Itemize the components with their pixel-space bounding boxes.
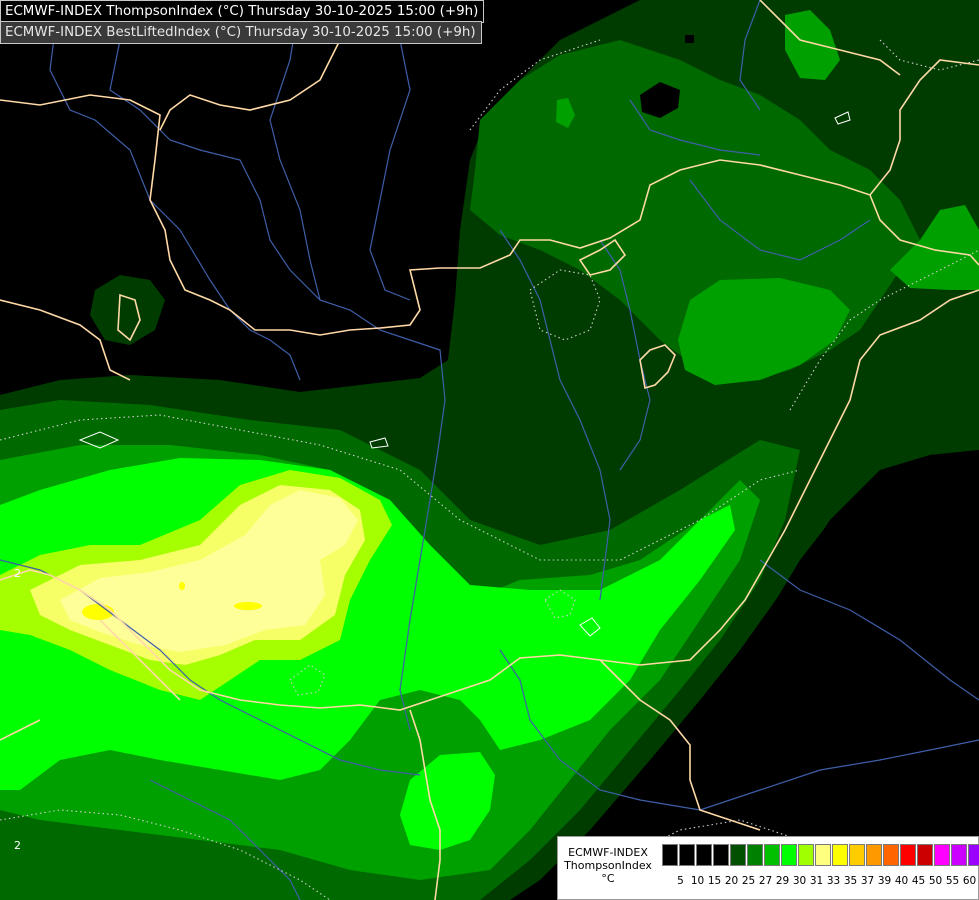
- legend-swatch: [713, 844, 729, 866]
- legend-swatch: [815, 844, 831, 866]
- legend-swatch: [679, 844, 695, 866]
- contour-label: 2: [14, 567, 21, 580]
- legend-title: ECMWF-INDEX ThompsonIndex °C: [562, 846, 654, 885]
- zone-35-speck-3: [179, 582, 185, 590]
- legend-tick-label: 29: [775, 875, 790, 887]
- low-index-speck: [685, 35, 694, 43]
- legend-swatch: [900, 844, 916, 866]
- legend-tick-label: 33: [826, 875, 841, 887]
- contour-label: 2: [14, 839, 21, 852]
- legend-ticks: 5 10 15 20 25 27 29 30 31 33 35 37 39 40 45 50 55 60: [672, 875, 978, 889]
- legend-tick-label: 25: [741, 875, 756, 887]
- legend-tick-label: 39: [877, 875, 892, 887]
- legend-swatches: [662, 844, 979, 866]
- legend-swatch: [747, 844, 763, 866]
- color-legend: ECMWF-INDEX ThompsonIndex °C 5 10 15 20 25 27…: [557, 836, 979, 900]
- legend-title-unit: °C: [601, 872, 615, 885]
- legend-tick-label: 5: [677, 875, 684, 887]
- legend-tick-label: 30: [792, 875, 807, 887]
- legend-tick-label: 45: [911, 875, 926, 887]
- legend-tick-label: 60: [962, 875, 977, 887]
- legend-tick-label: 15: [707, 875, 722, 887]
- map-title-best-lifted-index: ECMWF-INDEX BestLiftedIndex (°C) Thursda…: [0, 21, 482, 44]
- legend-tick-label: 27: [758, 875, 773, 887]
- legend-swatch: [951, 844, 967, 866]
- legend-tick-label: 55: [945, 875, 960, 887]
- legend-swatch: [764, 844, 780, 866]
- map-viewport: 2 2 ECMWF-INDEX ThompsonIndex (°C) Thurs…: [0, 0, 979, 900]
- legend-tick-label: 35: [843, 875, 858, 887]
- legend-tick-label: 10: [690, 875, 705, 887]
- legend-swatch: [696, 844, 712, 866]
- legend-swatch: [917, 844, 933, 866]
- legend-title-source: ECMWF-INDEX: [568, 846, 648, 859]
- legend-swatch: [849, 844, 865, 866]
- legend-swatch: [968, 844, 979, 866]
- legend-swatch: [934, 844, 950, 866]
- legend-swatch: [662, 844, 678, 866]
- legend-swatch: [730, 844, 746, 866]
- legend-swatch: [832, 844, 848, 866]
- legend-tick-label: 50: [928, 875, 943, 887]
- weather-map: 2 2: [0, 0, 979, 900]
- legend-swatch: [781, 844, 797, 866]
- legend-tick-label: 37: [860, 875, 875, 887]
- zone-35-speck-2: [234, 602, 262, 610]
- legend-swatch: [866, 844, 882, 866]
- legend-swatch: [883, 844, 899, 866]
- legend-tick-label: 20: [724, 875, 739, 887]
- map-title-thompson-index: ECMWF-INDEX ThompsonIndex (°C) Thursday …: [0, 0, 485, 23]
- legend-tick-label: 40: [894, 875, 909, 887]
- legend-title-parameter: ThompsonIndex: [564, 859, 652, 872]
- legend-swatch: [798, 844, 814, 866]
- legend-tick-label: 31: [809, 875, 824, 887]
